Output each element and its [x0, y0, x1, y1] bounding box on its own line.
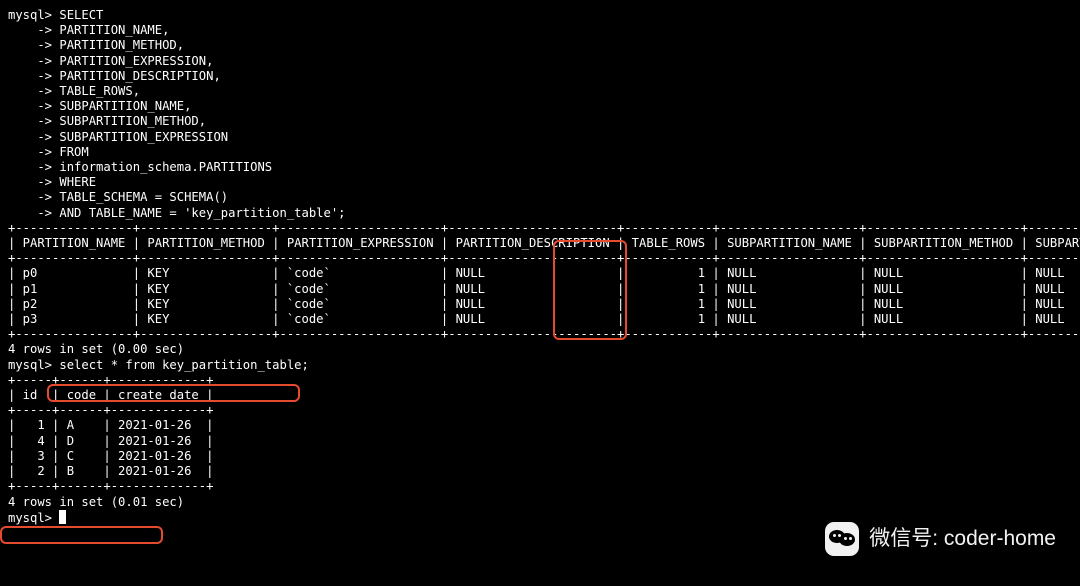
sql-cont-line: -> PARTITION_DESCRIPTION,	[8, 69, 1072, 84]
table-row: | 3 | C | 2021-01-26 |	[8, 449, 1072, 464]
table-separator: +----------------+------------------+---…	[8, 251, 1072, 266]
table-separator: +----------------+------------------+---…	[8, 221, 1072, 236]
sql-cont-line: -> PARTITION_NAME,	[8, 23, 1072, 38]
sql-prompt-line: mysql> select * from key_partition_table…	[8, 358, 1072, 373]
sql-cont-line: -> SUBPARTITION_EXPRESSION	[8, 130, 1072, 145]
sql-cont-line: -> FROM	[8, 145, 1072, 160]
table-separator: +-----+------+-------------+	[8, 403, 1072, 418]
sql-cont-line: -> TABLE_SCHEMA = SCHEMA()	[8, 190, 1072, 205]
table-separator: +----------------+------------------+---…	[8, 327, 1072, 342]
sql-cont-line: -> AND TABLE_NAME = 'key_partition_table…	[8, 206, 1072, 221]
table-header-row: | id | code | create_date |	[8, 388, 1072, 403]
table-separator: +-----+------+-------------+	[8, 479, 1072, 494]
sql-cont-line: -> TABLE_ROWS,	[8, 84, 1072, 99]
table-row: | 4 | D | 2021-01-26 |	[8, 434, 1072, 449]
sql-cont-line: -> information_schema.PARTITIONS	[8, 160, 1072, 175]
terminal[interactable]: mysql> SELECT -> PARTITION_NAME, -> PART…	[0, 0, 1080, 534]
table-row: | 2 | B | 2021-01-26 |	[8, 464, 1072, 479]
result-footer: 4 rows in set (0.01 sec)	[8, 495, 1072, 510]
sql-cont-line: -> WHERE	[8, 175, 1072, 190]
sql-cont-line: -> PARTITION_METHOD,	[8, 38, 1072, 53]
table-row: | 1 | A | 2021-01-26 |	[8, 418, 1072, 433]
table-row: | p3 | KEY | `code` | NULL | 1 | NULL | …	[8, 312, 1072, 327]
table-row: | p2 | KEY | `code` | NULL | 1 | NULL | …	[8, 297, 1072, 312]
table-separator: +-----+------+-------------+	[8, 373, 1072, 388]
sql-cont-line: -> PARTITION_EXPRESSION,	[8, 54, 1072, 69]
watermark: 微信号: coder-home	[825, 522, 1056, 556]
table-row: | p1 | KEY | `code` | NULL | 1 | NULL | …	[8, 282, 1072, 297]
sql-cont-line: -> SUBPARTITION_NAME,	[8, 99, 1072, 114]
table-header-row: | PARTITION_NAME | PARTITION_METHOD | PA…	[8, 236, 1072, 251]
wechat-icon	[825, 522, 859, 556]
result-footer: 4 rows in set (0.00 sec)	[8, 342, 1072, 357]
table-row: | p0 | KEY | `code` | NULL | 1 | NULL | …	[8, 266, 1072, 281]
sql-prompt-line: mysql> SELECT	[8, 8, 1072, 23]
watermark-label: 微信号: coder-home	[869, 531, 1056, 546]
cursor	[59, 510, 66, 524]
sql-cont-line: -> SUBPARTITION_METHOD,	[8, 114, 1072, 129]
